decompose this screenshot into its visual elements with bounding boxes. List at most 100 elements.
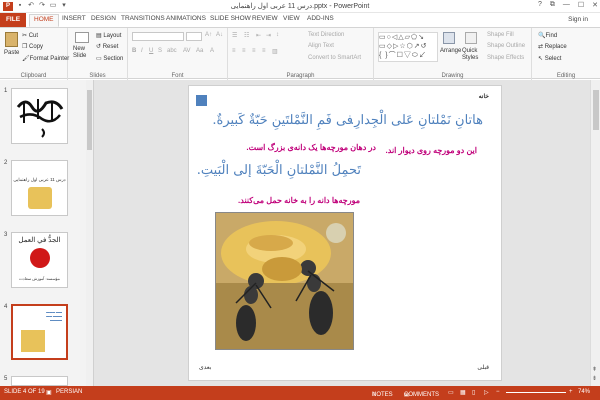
previous-link[interactable]: قبلی bbox=[477, 364, 489, 371]
minimize-button[interactable]: — bbox=[563, 1, 570, 9]
decrease-indent-icon[interactable]: ⇤ bbox=[256, 32, 261, 39]
new-slide-icon[interactable] bbox=[75, 32, 89, 43]
text-direction-button[interactable]: Text Direction bbox=[308, 32, 344, 38]
arrange-icon[interactable] bbox=[443, 32, 455, 44]
slide-thumbnail-4[interactable]: ▬▬▬ ▬▬ ▬▬ ▬▬▬ ▬▬▬▬ bbox=[11, 304, 68, 360]
convert-smartart-button[interactable]: Convert to SmartArt bbox=[308, 55, 361, 61]
powerpoint-app-icon[interactable]: P bbox=[3, 2, 13, 11]
quick-styles-icon[interactable] bbox=[465, 32, 477, 44]
underline-icon[interactable]: U bbox=[149, 48, 153, 54]
ribbon-display-button[interactable]: ⧉ bbox=[550, 1, 555, 9]
tab-add-ins[interactable]: ADD-INS bbox=[307, 15, 334, 22]
save-icon[interactable]: ▪ bbox=[16, 2, 24, 10]
persian-line-2[interactable]: مورچه‌ها دانه را به خانه حمل می‌کنند. bbox=[238, 196, 360, 205]
undo-icon[interactable]: ↶ bbox=[27, 2, 35, 10]
layout-button[interactable]: ▤ Layout bbox=[96, 32, 121, 39]
change-case-icon[interactable]: Aa bbox=[196, 48, 203, 54]
tab-transitions[interactable]: TRANSITIONS bbox=[121, 15, 165, 22]
normal-view-icon[interactable]: ▭ bbox=[448, 389, 454, 396]
grow-font-icon[interactable]: A↑ bbox=[205, 32, 212, 38]
align-left-icon[interactable]: ≡ bbox=[232, 48, 236, 54]
shadow-icon[interactable]: S bbox=[158, 48, 162, 54]
thumbnail-scroll-thumb[interactable] bbox=[87, 90, 92, 150]
slide-thumbnail-3[interactable]: الجدُّ في العمل مؤسسه: آموزش سعادت bbox=[11, 232, 68, 288]
tab-insert[interactable]: INSERT bbox=[62, 15, 86, 22]
strikethrough-icon[interactable]: abc bbox=[167, 48, 177, 54]
replace-button[interactable]: ⇄ Replace bbox=[538, 43, 567, 50]
font-color-icon[interactable]: A bbox=[210, 48, 214, 54]
close-button[interactable]: ✕ bbox=[592, 1, 598, 9]
shapes-gallery[interactable]: ▭○◁△▱⬠↘ ▭◇▷☆⬡↗↺{ }⌒☐▽⬭↙ bbox=[378, 32, 438, 62]
help-button[interactable]: ? bbox=[538, 1, 542, 9]
zoom-level[interactable]: 74% bbox=[578, 389, 590, 395]
font-name-dropdown[interactable] bbox=[132, 32, 184, 41]
ants-carrying-seed-image[interactable] bbox=[215, 212, 354, 350]
tab-design[interactable]: DESIGN bbox=[91, 15, 116, 22]
reading-view-icon[interactable]: ▯ bbox=[472, 389, 475, 396]
persian-line-1-left[interactable]: در دهان مورچه‌ها یک دانه‌ی بزرگ است. bbox=[246, 143, 376, 152]
slideshow-view-icon[interactable]: ▷ bbox=[484, 389, 489, 396]
next-slide-arrow-icon[interactable]: ⇟ bbox=[592, 375, 597, 382]
spellcheck-icon[interactable]: ▣ bbox=[46, 389, 52, 396]
tab-home[interactable]: HOME bbox=[29, 14, 59, 27]
reset-button[interactable]: ↺ Reset bbox=[96, 43, 118, 50]
redo-icon[interactable]: ↷ bbox=[38, 2, 46, 10]
sign-in-link[interactable]: Sign in bbox=[568, 16, 588, 23]
maximize-button[interactable]: ☐ bbox=[578, 1, 584, 9]
slide-thumbnail-5[interactable] bbox=[11, 376, 68, 386]
persian-line-1-right[interactable]: این دو مورچه روی دیوار اند. bbox=[386, 146, 477, 155]
zoom-in-icon[interactable]: + bbox=[569, 389, 573, 395]
paste-button[interactable]: Paste bbox=[4, 50, 19, 56]
next-link[interactable]: بعدی bbox=[199, 364, 211, 371]
customize-qat-icon[interactable]: ▾ bbox=[60, 2, 68, 10]
shape-outline-button[interactable]: Shape Outline bbox=[487, 43, 525, 49]
font-size-dropdown[interactable] bbox=[186, 32, 202, 41]
shape-effects-button[interactable]: Shape Effects bbox=[487, 55, 524, 61]
zoom-slider[interactable] bbox=[506, 392, 566, 393]
align-text-button[interactable]: Align Text bbox=[308, 43, 334, 49]
prev-slide-arrow-icon[interactable]: ⇞ bbox=[592, 366, 597, 373]
slide-thumbnail-1[interactable] bbox=[11, 88, 68, 144]
thumbnail-scrollbar[interactable] bbox=[86, 80, 93, 386]
cut-button[interactable]: ✂ Cut bbox=[22, 32, 38, 39]
slide-thumbnail-2[interactable]: درس 11 عربی اول راهنمایی bbox=[11, 160, 68, 216]
char-spacing-icon[interactable]: AV bbox=[183, 48, 191, 54]
bold-icon[interactable]: B bbox=[132, 48, 136, 54]
slide-sorter-icon[interactable]: ▦ bbox=[460, 389, 466, 396]
copy-button[interactable]: ❐ Copy bbox=[22, 43, 43, 50]
tab-slide-show[interactable]: SLIDE SHOW bbox=[210, 15, 251, 22]
shape-fill-button[interactable]: Shape Fill bbox=[487, 32, 514, 38]
home-label[interactable]: خانه bbox=[479, 93, 489, 100]
justify-icon[interactable]: ≡ bbox=[262, 48, 266, 54]
quick-styles-button[interactable]: Quick Styles bbox=[462, 48, 484, 62]
zoom-out-icon[interactable]: − bbox=[496, 389, 500, 395]
start-slideshow-icon[interactable]: ▭ bbox=[49, 2, 57, 10]
arabic-line-1-left[interactable]: فی فَمِ النَّمْلتَینِ حَبّةٌ کَبیرةٌ. bbox=[212, 113, 353, 128]
bullets-icon[interactable]: ☰ bbox=[232, 32, 237, 39]
align-center-icon[interactable]: ≡ bbox=[242, 48, 246, 54]
slide-scrollbar[interactable]: ⇞ ⇟ bbox=[590, 80, 600, 386]
tab-review[interactable]: REVIEW bbox=[252, 15, 278, 22]
find-button[interactable]: 🔍Find bbox=[538, 32, 557, 39]
arabic-line-2[interactable]: تَحمِلُ النَّمْلتانِ الْحَبّةَ إلی الْبَ… bbox=[197, 163, 361, 178]
columns-icon[interactable]: ▥ bbox=[272, 48, 278, 55]
arabic-line-1-right[interactable]: هاتانِ نَمْلتانِ عَلى الْجِدارِ. bbox=[350, 113, 483, 128]
paste-icon[interactable] bbox=[5, 32, 18, 47]
section-button[interactable]: ▭ Section bbox=[96, 55, 123, 62]
blue-square-shape[interactable] bbox=[196, 95, 207, 106]
arrange-button[interactable]: Arrange bbox=[440, 48, 461, 54]
format-painter-button[interactable]: 🖌Format Painter bbox=[22, 55, 69, 62]
select-button[interactable]: ↖ Select bbox=[538, 55, 561, 62]
tab-animations[interactable]: ANIMATIONS bbox=[166, 15, 206, 22]
align-right-icon[interactable]: ≡ bbox=[252, 48, 256, 54]
slide-canvas[interactable]: خانه هاتانِ نَمْلتانِ عَلى الْجِدارِ. فی… bbox=[188, 85, 502, 381]
tab-file[interactable]: FILE bbox=[0, 13, 26, 27]
italic-icon[interactable]: I bbox=[141, 48, 143, 54]
numbering-icon[interactable]: ☷ bbox=[244, 32, 249, 39]
new-slide-button[interactable]: New Slide bbox=[73, 46, 93, 60]
shrink-font-icon[interactable]: A↓ bbox=[216, 32, 223, 38]
line-spacing-icon[interactable]: ↕ bbox=[276, 32, 279, 38]
increase-indent-icon[interactable]: ⇥ bbox=[266, 32, 271, 39]
slide-scroll-thumb[interactable] bbox=[593, 90, 599, 130]
language-indicator[interactable]: PERSIAN bbox=[56, 389, 82, 395]
